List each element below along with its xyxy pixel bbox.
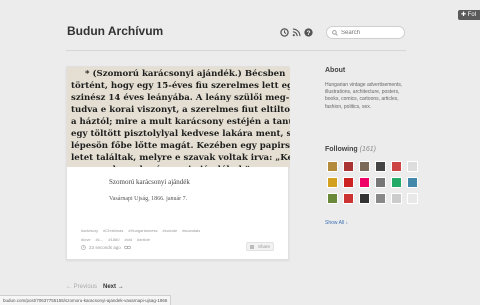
svg-text:a háztól; mire a mult karácson: a háztól; mire a mult karácsony estéjén … — [71, 116, 290, 127]
following-heading: Following (161) — [325, 146, 376, 153]
avatar[interactable] — [343, 193, 354, 204]
avatar[interactable] — [407, 177, 418, 188]
blog-title[interactable]: Budun Archívum — [67, 24, 163, 38]
following-label: Following — [325, 146, 358, 153]
avatar[interactable] — [327, 177, 338, 188]
post-tags: #advisory #Christmas #Hungarianness #suicid… — [81, 226, 241, 244]
about-text: Hungarian vintage advertisements, illust… — [325, 82, 403, 110]
svg-text:* (Szomorú karácsonyi ajándék.: * (Szomorú karácsonyi ajándék.) Bécsben — [85, 68, 286, 79]
search-box[interactable] — [326, 26, 405, 39]
clock-icon — [81, 245, 86, 250]
avatar[interactable] — [391, 177, 402, 188]
svg-text:letet találtak, melyre e szava: letet találtak, melyre e szavak voltak i… — [71, 152, 290, 163]
pagination: ← Previous Next → — [66, 284, 124, 290]
tag-link[interactable]: #old — [124, 237, 132, 242]
next-page-link[interactable]: Next → — [103, 284, 124, 290]
svg-text:történt, hogy egy 15-éves fiu: történt, hogy egy 15-éves fiu szerelmes … — [71, 80, 290, 91]
avatar[interactable] — [359, 193, 370, 204]
avatar[interactable] — [375, 177, 386, 188]
svg-text:egy töltött pisztolylyal kedve: egy töltött pisztolylyal kedvese lakára … — [71, 128, 290, 139]
tag-link[interactable]: #suicide — [163, 228, 178, 233]
post-photo[interactable]: * (Szomorú karácsonyi ajándék.) Bécsben … — [67, 67, 290, 167]
header-divider — [66, 50, 406, 51]
svg-text:?: ? — [307, 30, 311, 37]
avatar[interactable] — [375, 161, 386, 172]
plus-icon: ✚ — [461, 12, 467, 18]
avatar[interactable] — [359, 177, 370, 188]
tag-link[interactable]: #1... — [96, 237, 104, 242]
show-all-link[interactable]: Show All ↓ — [325, 220, 348, 226]
post-caption: Vasárnapi Ujság, 1866. január 7. — [109, 196, 188, 202]
post-title: Szomorú karácsonyi ajándék — [109, 178, 190, 186]
about-heading: About — [325, 67, 346, 74]
avatar[interactable] — [343, 177, 354, 188]
avatar[interactable] — [375, 193, 386, 204]
avatar[interactable] — [407, 161, 418, 172]
avatar[interactable] — [359, 161, 370, 172]
tag-link[interactable]: #Hungarianness — [128, 228, 157, 233]
tag-link[interactable]: #advisory — [81, 228, 98, 233]
search-input[interactable] — [341, 29, 401, 36]
svg-text:lépesön főbe lőtte magát. Kezé: lépesön főbe lőtte magát. Kezében egy pa… — [71, 140, 290, 151]
share-icon — [250, 245, 254, 249]
search-icon — [332, 29, 338, 36]
following-count: (161) — [359, 146, 376, 153]
post-card: * (Szomorú karácsonyi ajándék.) Bécsben … — [66, 66, 290, 260]
help-icon[interactable]: ? — [304, 28, 313, 37]
status-bar-url: budun.com/post/70637755155/szomoru-karac… — [0, 295, 172, 305]
avatar[interactable] — [327, 193, 338, 204]
newspaper-clipping-image: * (Szomorú karácsonyi ajándék.) Bécsben … — [67, 67, 290, 167]
previous-page-link[interactable]: ← Previous — [66, 284, 97, 290]
tag-link[interactable]: #article — [137, 237, 150, 242]
follow-button[interactable]: ✚ Fol — [458, 10, 480, 20]
avatar[interactable] — [327, 161, 338, 172]
tag-link[interactable]: #scandals — [182, 228, 200, 233]
tag-link[interactable]: #love — [81, 237, 91, 242]
tag-link[interactable]: #1860 — [108, 237, 119, 242]
tag-link[interactable]: #Christmas — [103, 228, 123, 233]
rss-icon[interactable] — [292, 28, 301, 37]
avatar[interactable] — [407, 193, 418, 204]
follow-label: Fol — [467, 12, 477, 18]
avatar[interactable] — [391, 161, 402, 172]
header-icons: ? — [280, 28, 313, 37]
history-icon[interactable] — [280, 28, 289, 37]
permalink-icon[interactable] — [123, 245, 131, 250]
svg-text:szinész 14 éves leányába. A le: szinész 14 éves leányába. A leány szülői… — [71, 92, 290, 103]
share-label: Share — [258, 244, 271, 249]
share-button[interactable]: Share — [246, 242, 274, 251]
post-meta: 23 seconds ago — [81, 245, 131, 250]
svg-text:tudva e korai viszonyt, a szer: tudva e korai viszonyt, a szerelmes fiut… — [71, 104, 290, 115]
avatar[interactable] — [343, 161, 354, 172]
post-timestamp[interactable]: 23 seconds ago — [89, 245, 121, 250]
svg-text:vesemnek . . . karácsonyi aján: vesemnek . . . karácsonyi ajándékul.“ — [70, 164, 250, 167]
following-avatars — [327, 161, 418, 204]
avatar[interactable] — [391, 193, 402, 204]
